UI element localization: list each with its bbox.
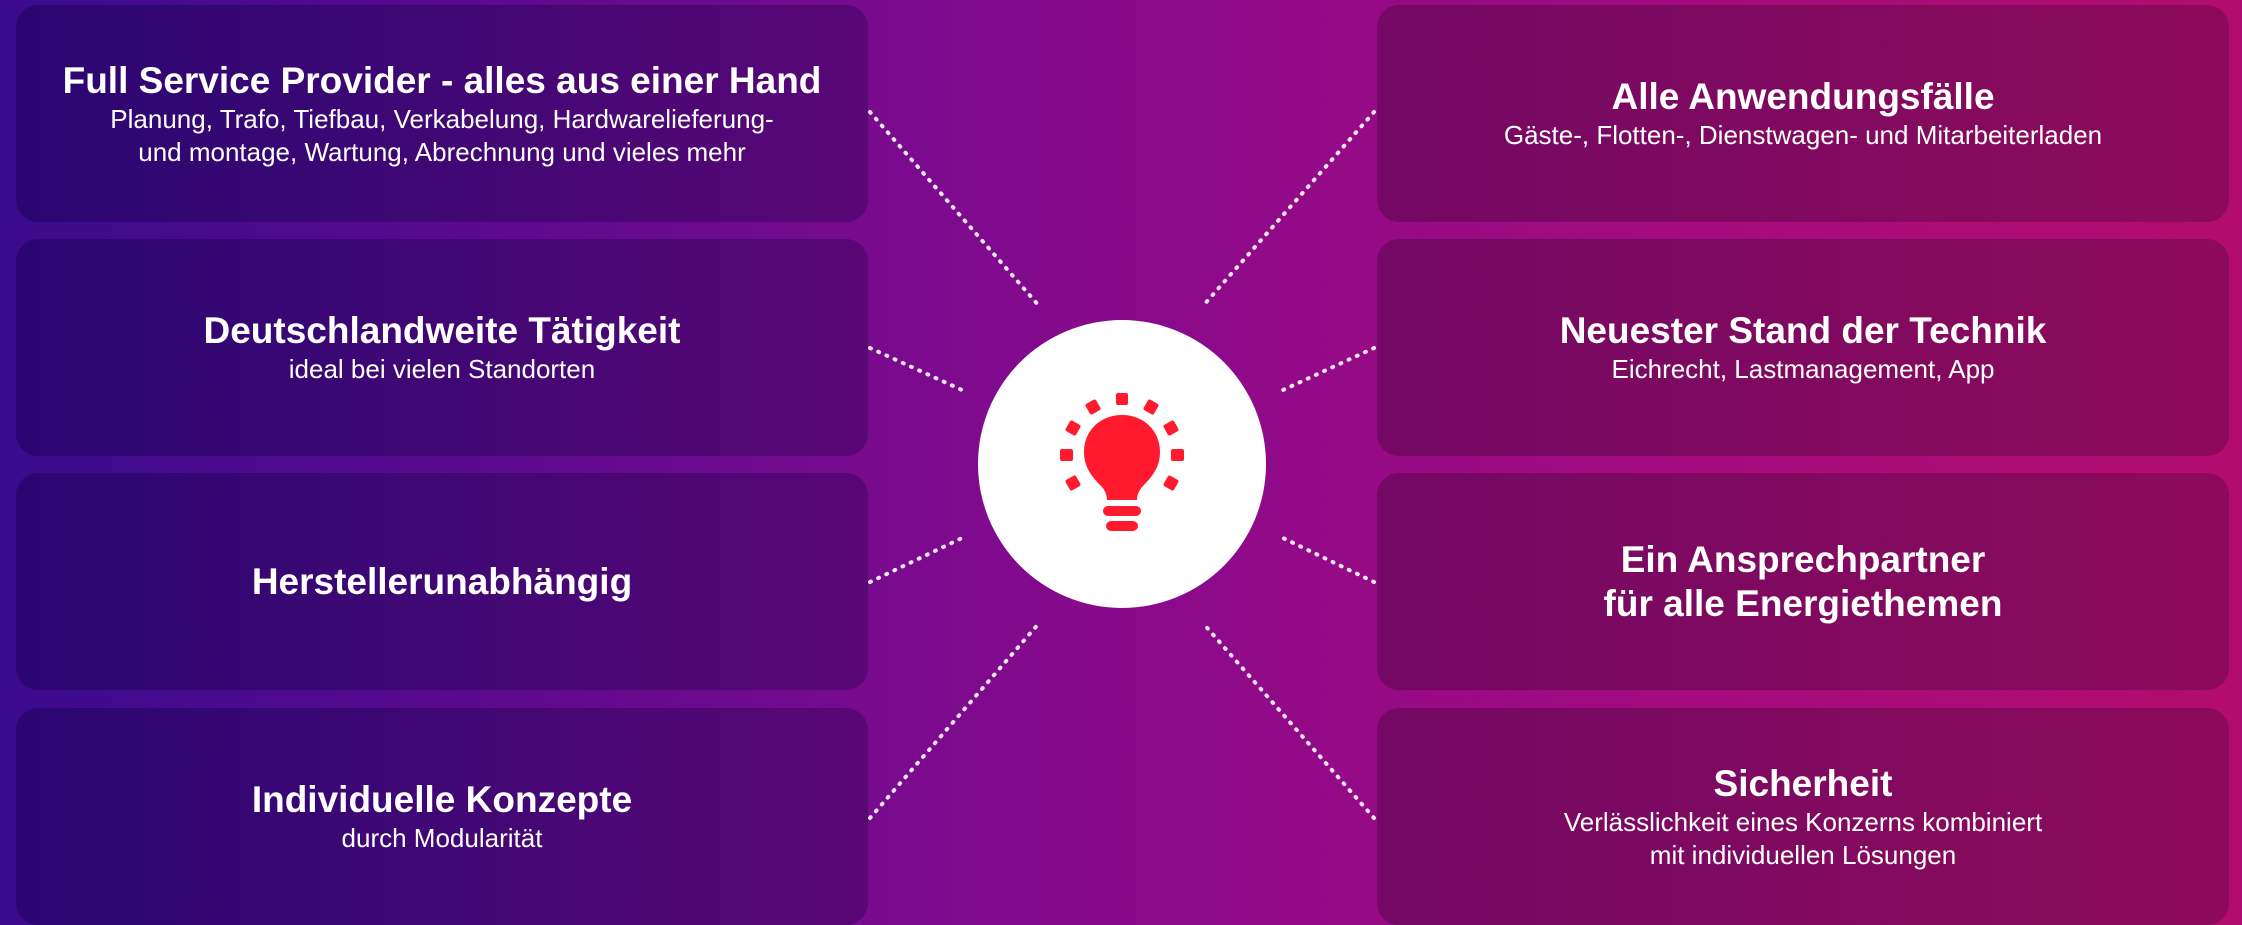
feature-card-herstellerunabhaengig: Herstellerunabhängig (16, 473, 868, 690)
feature-title: Sicherheit (1713, 762, 1893, 804)
feature-title: Alle Anwendungsfälle (1611, 76, 1995, 117)
feature-card-ansprechpartner: Ein Ansprechpartner für alle Energiethem… (1377, 473, 2229, 690)
connector-right-4 (1200, 620, 1376, 820)
feature-subtitle: Gäste-, Flotten-, Dienstwagen- und Mitar… (1503, 120, 2103, 150)
connector-right-3 (1281, 536, 1376, 584)
feature-subtitle: durch Modularität (341, 823, 543, 853)
hub-circle (978, 320, 1266, 608)
feature-card-individuelle-konzepte: Individuelle Konzepte durch Modularität (16, 708, 868, 925)
feature-card-deutschlandweit: Deutschlandweite Tätigkeit ideal bei vie… (16, 239, 868, 456)
feature-title: Individuelle Konzepte (251, 779, 633, 820)
connector-left-4 (868, 620, 1042, 820)
connector-left-1 (868, 110, 1042, 309)
lightbulb-icon (1060, 393, 1184, 531)
connector-left-3 (868, 536, 964, 584)
connector-right-2 (1281, 346, 1376, 392)
feature-title: Herstellerunabhängig (251, 560, 633, 602)
feature-title: Ein Ansprechpartner für alle Energiethem… (1603, 538, 2003, 624)
feature-subtitle: Planung, Trafo, Tiefbau, Verkabelung, Ha… (110, 103, 774, 167)
feature-subtitle: Verlässlichkeit eines Konzerns kombinier… (1563, 806, 2043, 870)
diagram-canvas: Full Service Provider - alles aus einer … (0, 0, 2242, 925)
feature-title: Deutschlandweite Tätigkeit (203, 310, 681, 351)
feature-card-anwendungsfaelle: Alle Anwendungsfälle Gäste-, Flotten-, D… (1377, 5, 2229, 222)
feature-card-full-service: Full Service Provider - alles aus einer … (16, 5, 868, 222)
feature-card-technik: Neuester Stand der Technik Eichrecht, La… (1377, 239, 2229, 456)
feature-subtitle: Eichrecht, Lastmanagement, App (1611, 354, 1995, 384)
feature-title: Neuester Stand der Technik (1559, 310, 2047, 351)
feature-subtitle: ideal bei vielen Standorten (288, 354, 596, 384)
connector-right-1 (1200, 110, 1376, 309)
feature-card-sicherheit: Sicherheit Verlässlichkeit eines Konzern… (1377, 708, 2229, 925)
connector-left-2 (868, 346, 964, 392)
feature-title: Full Service Provider - alles aus einer … (62, 59, 822, 101)
